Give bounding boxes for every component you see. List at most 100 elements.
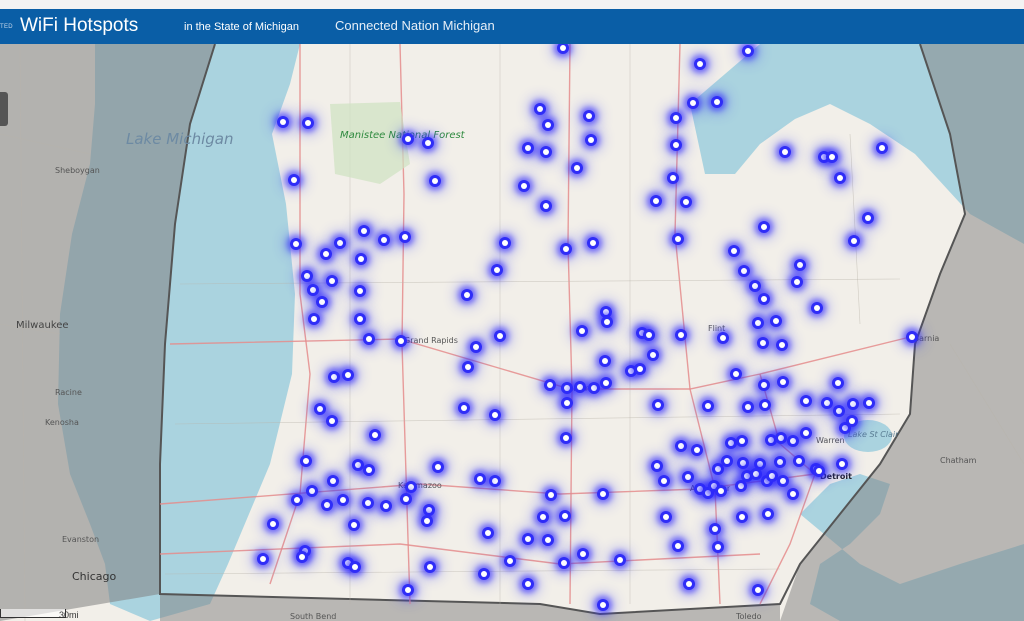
wifi-hotspot-marker[interactable] [403,496,409,502]
wifi-hotspot-marker[interactable] [317,406,323,412]
wifi-hotspot-marker[interactable] [711,483,717,489]
wifi-hotspot-marker[interactable] [502,240,508,246]
wifi-hotspot-marker[interactable] [842,425,848,431]
wifi-hotspot-marker[interactable] [821,154,827,160]
wifi-hotspot-marker[interactable] [507,558,513,564]
wifi-hotspot-marker[interactable] [424,518,430,524]
wifi-hotspot-marker[interactable] [739,514,745,520]
wifi-hotspot-marker[interactable] [270,521,276,527]
wifi-hotspot-marker[interactable] [525,145,531,151]
wifi-hotspot-marker[interactable] [794,279,800,285]
wifi-hotspot-marker[interactable] [574,165,580,171]
wifi-hotspot-marker[interactable] [464,292,470,298]
wifi-hotspot-marker[interactable] [372,432,378,438]
wifi-hotspot-marker[interactable] [294,497,300,503]
wifi-hotspot-marker[interactable] [851,238,857,244]
wifi-hotspot-marker[interactable] [733,371,739,377]
wifi-hotspot-marker[interactable] [738,483,744,489]
wifi-hotspot-marker[interactable] [745,404,751,410]
wifi-hotspot-marker[interactable] [562,513,568,519]
wifi-hotspot-marker[interactable] [661,478,667,484]
wifi-hotspot-marker[interactable] [686,581,692,587]
wifi-hotspot-marker[interactable] [561,560,567,566]
wifi-hotspot-marker[interactable] [590,240,596,246]
wifi-hotspot-marker[interactable] [797,262,803,268]
wifi-hotspot-marker[interactable] [473,344,479,350]
wifi-hotspot-marker[interactable] [580,551,586,557]
wifi-hotspot-marker[interactable] [426,507,432,513]
wifi-hotspot-marker[interactable] [755,587,761,593]
wifi-hotspot-marker[interactable] [814,305,820,311]
wifi-hotspot-marker[interactable] [655,402,661,408]
wifi-hotspot-marker[interactable] [461,405,467,411]
wifi-hotspot-marker[interactable] [494,267,500,273]
wifi-hotspot-marker[interactable] [779,342,785,348]
wifi-hotspot-marker[interactable] [425,140,431,146]
wifi-hotspot-marker[interactable] [588,137,594,143]
organization-link[interactable]: Connected Nation Michigan [335,18,495,34]
wifi-hotspot-marker[interactable] [331,374,337,380]
wifi-hotspot-marker[interactable] [304,273,310,279]
wifi-hotspot-marker[interactable] [577,384,583,390]
wifi-hotspot-marker[interactable] [563,435,569,441]
wifi-hotspot-marker[interactable] [603,380,609,386]
wifi-hotspot-marker[interactable] [537,106,543,112]
wifi-hotspot-marker[interactable] [357,288,363,294]
wifi-hotspot-marker[interactable] [402,234,408,240]
wifi-hotspot-marker[interactable] [492,412,498,418]
wifi-hotspot-marker[interactable] [744,473,750,479]
wifi-hotspot-marker[interactable] [678,443,684,449]
wifi-hotspot-marker[interactable] [560,45,566,51]
wifi-hotspot-marker[interactable] [260,556,266,562]
wifi-hotspot-marker[interactable] [879,145,885,151]
wifi-hotspot-marker[interactable] [324,502,330,508]
wifi-hotspot-marker[interactable] [617,557,623,563]
wifi-hotspot-marker[interactable] [740,460,746,466]
side-panel-toggle[interactable] [0,92,8,126]
wifi-hotspot-marker[interactable] [780,379,786,385]
wifi-hotspot-marker[interactable] [782,149,788,155]
wifi-hotspot-marker[interactable] [755,320,761,326]
wifi-hotspot-marker[interactable] [824,400,830,406]
wifi-hotspot-marker[interactable] [724,458,730,464]
wifi-hotspot-marker[interactable] [764,478,770,484]
wifi-hotspot-marker[interactable] [675,236,681,242]
wifi-hotspot-marker[interactable] [485,530,491,536]
wifi-hotspot-marker[interactable] [521,183,527,189]
wifi-hotspot-marker[interactable] [675,543,681,549]
wifi-hotspot-marker[interactable] [790,438,796,444]
wifi-hotspot-marker[interactable] [697,486,703,492]
wifi-hotspot-marker[interactable] [803,430,809,436]
wifi-hotspot-marker[interactable] [604,319,610,325]
wifi-hotspot-marker[interactable] [337,240,343,246]
wifi-hotspot-marker[interactable] [705,490,711,496]
wifi-hotspot-marker[interactable] [628,368,634,374]
wifi-hotspot-marker[interactable] [329,278,335,284]
wifi-hotspot-marker[interactable] [329,418,335,424]
wifi-hotspot-marker[interactable] [602,358,608,364]
wifi-hotspot-marker[interactable] [600,602,606,608]
wifi-hotspot-marker[interactable] [563,246,569,252]
wifi-hotspot-marker[interactable] [714,99,720,105]
wifi-hotspot-marker[interactable] [299,554,305,560]
wifi-hotspot-marker[interactable] [310,287,316,293]
wifi-hotspot-marker[interactable] [745,48,751,54]
wifi-hotspot-marker[interactable] [762,402,768,408]
wifi-hotspot-marker[interactable] [720,335,726,341]
wifi-hotspot-marker[interactable] [712,526,718,532]
wifi-hotspot-marker[interactable] [547,382,553,388]
wifi-hotspot-marker[interactable] [760,340,766,346]
wifi-hotspot-marker[interactable] [311,316,317,322]
wifi-hotspot-marker[interactable] [358,256,364,262]
wifi-hotspot-marker[interactable] [757,461,763,467]
app-subtitle[interactable]: in the State of Michigan [184,20,299,34]
wifi-hotspot-marker[interactable] [323,251,329,257]
wifi-hotspot-marker[interactable] [761,224,767,230]
wifi-hotspot-marker[interactable] [694,447,700,453]
wifi-hotspot-marker[interactable] [715,544,721,550]
wifi-hotspot-marker[interactable] [293,241,299,247]
wifi-hotspot-marker[interactable] [639,330,645,336]
wifi-hotspot-marker[interactable] [850,401,856,407]
wifi-hotspot-marker[interactable] [769,473,775,479]
wifi-hotspot-marker[interactable] [728,440,734,446]
